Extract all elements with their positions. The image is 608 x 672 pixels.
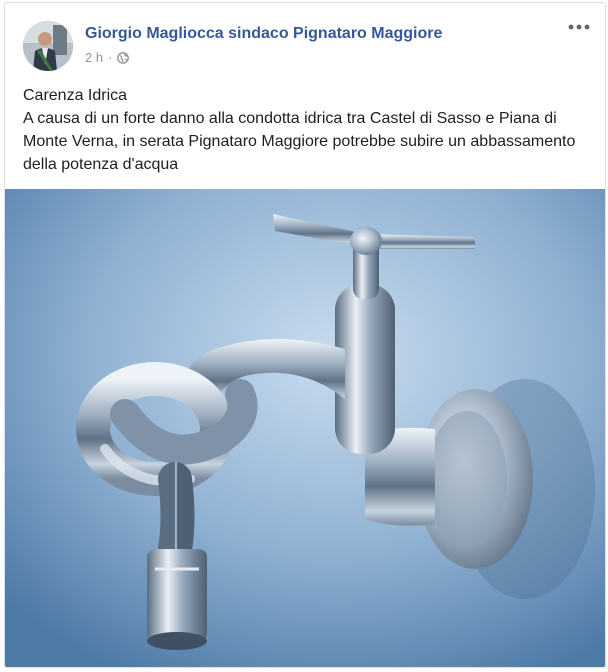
post-timestamp[interactable]: 2 h [85,50,103,65]
author-name-link[interactable]: Giorgio Magliocca sindaco Pignataro Magg… [85,25,442,43]
post-card: Giorgio Magliocca sindaco Pignataro Magg… [4,2,606,668]
post-header: Giorgio Magliocca sindaco Pignataro Magg… [5,3,605,75]
meta-separator: · [108,50,113,65]
author-avatar[interactable] [23,21,73,71]
post-text-title: Carenza Idrica [23,87,128,104]
avatar-image [23,21,73,71]
post-text: Carenza Idrica A causa di un forte danno… [23,84,593,176]
post-meta: 2 h · [85,50,130,65]
globe-icon[interactable] [117,51,130,64]
post-photo[interactable] [5,189,605,667]
more-options-icon[interactable] [567,17,591,37]
post-text-body: A causa di un forte danno alla condotta … [23,110,576,173]
knotted-faucet-image [5,189,605,667]
